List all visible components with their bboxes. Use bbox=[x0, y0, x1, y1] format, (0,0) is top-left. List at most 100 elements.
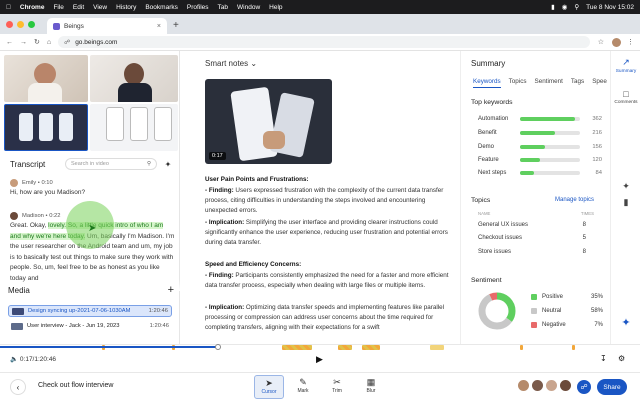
volume-icon[interactable]: 🔈 bbox=[10, 356, 18, 363]
back-button[interactable]: ‹ bbox=[10, 379, 26, 395]
avatar[interactable] bbox=[517, 379, 530, 392]
forward-icon[interactable]: → bbox=[20, 39, 27, 46]
playhead[interactable] bbox=[214, 344, 221, 350]
menu-view[interactable]: View bbox=[93, 4, 107, 11]
transcript-search-input[interactable]: Search in video ⚲ bbox=[65, 158, 157, 170]
menu-chrome[interactable]: Chrome bbox=[20, 4, 45, 11]
transcript-title: Transcript bbox=[10, 159, 46, 169]
settings-gear-icon[interactable]: ⚙ bbox=[618, 354, 625, 363]
battery-icon[interactable]: ▮ bbox=[551, 3, 555, 11]
note-implication: - Implication: Simplifying the user inte… bbox=[205, 219, 448, 247]
comment-icon: □ bbox=[623, 89, 629, 99]
blur-tool-button[interactable]: ▦ Blur bbox=[356, 375, 386, 399]
site-info-icon[interactable]: ☍ bbox=[64, 39, 70, 46]
mark-tool-button[interactable]: ✎ Mark bbox=[288, 375, 318, 399]
browser-menu-icon[interactable]: ⋮ bbox=[627, 38, 634, 46]
avatar[interactable] bbox=[545, 379, 558, 392]
play-button[interactable]: ▶ bbox=[316, 354, 323, 365]
menu-tab[interactable]: Tab bbox=[218, 4, 228, 11]
topic-row[interactable]: General UX issues 8 bbox=[478, 222, 586, 228]
ai-sparkle-icon[interactable]: ✦ bbox=[162, 158, 174, 170]
speaker-name: Emily bbox=[22, 179, 37, 186]
tab-topics[interactable]: Topics bbox=[509, 78, 527, 88]
participant-video-tile[interactable] bbox=[4, 55, 88, 102]
menu-edit[interactable]: Edit bbox=[73, 4, 84, 11]
tab-bar: Beings × + bbox=[0, 14, 640, 34]
close-tab-icon[interactable]: × bbox=[157, 23, 161, 30]
topic-row[interactable]: Store issues 8 bbox=[478, 249, 586, 255]
timestamp[interactable]: 0:10 bbox=[41, 178, 52, 189]
rail-comments-button[interactable]: □ Comments bbox=[611, 89, 640, 105]
search-icon[interactable]: ⚲ bbox=[574, 3, 579, 11]
media-item[interactable]: Design syncing up-2021-07-06-1030AM 1:20… bbox=[8, 305, 172, 317]
shared-screen-tile[interactable] bbox=[4, 104, 88, 151]
tab-sentiment[interactable]: Sentiment bbox=[535, 78, 563, 88]
participant-video-tile[interactable] bbox=[90, 55, 178, 102]
menu-history[interactable]: History bbox=[116, 4, 136, 11]
back-icon[interactable]: ← bbox=[6, 39, 13, 46]
lock-button[interactable]: ☍ bbox=[577, 380, 591, 394]
manage-topics-link[interactable]: Manage topics bbox=[555, 197, 594, 203]
url-text: go.beings.com bbox=[75, 38, 118, 46]
clock[interactable]: Tue 8 Nov 15:02 bbox=[586, 4, 634, 11]
cursor-tool-button[interactable]: ➤ Cursor bbox=[254, 375, 284, 399]
keyword-row[interactable]: Benefit 216 bbox=[478, 128, 602, 138]
menu-help[interactable]: Help bbox=[269, 4, 282, 11]
media-item[interactable]: User interview - Jack - Jun 19, 2023 1:2… bbox=[8, 320, 172, 332]
search-placeholder: Search in video bbox=[71, 161, 109, 167]
avatar[interactable] bbox=[531, 379, 544, 392]
profile-avatar[interactable] bbox=[612, 37, 621, 47]
keyword-row[interactable]: Next steps 84 bbox=[478, 168, 602, 178]
tab-beings[interactable]: Beings × bbox=[47, 18, 167, 34]
add-media-button[interactable]: + bbox=[168, 284, 174, 296]
menu-file[interactable]: File bbox=[53, 4, 63, 11]
smart-notes-dropdown[interactable]: Smart notes ⌄ bbox=[205, 59, 257, 68]
shared-screen-tile[interactable] bbox=[90, 104, 178, 151]
transcript-message[interactable]: Emily • 0:10 Hi, how are you Madison? bbox=[10, 178, 175, 199]
apple-icon[interactable]:  bbox=[6, 4, 11, 11]
timeline-track[interactable] bbox=[0, 344, 640, 350]
message-text: Hi, how are you Madison? bbox=[10, 189, 86, 196]
summary-tabs: Keywords Topics Sentiment Tags Spee bbox=[473, 78, 615, 88]
search-icon[interactable]: ⚲ bbox=[147, 161, 151, 167]
blur-icon: ▦ bbox=[366, 377, 376, 387]
note-finding: - Finding: Users expressed frustration w… bbox=[205, 187, 444, 215]
keyword-row[interactable]: Feature 120 bbox=[478, 155, 602, 165]
minimize-window-button[interactable] bbox=[17, 20, 24, 28]
mark-icon: ✎ bbox=[299, 377, 307, 387]
keyword-row[interactable]: Demo 156 bbox=[478, 142, 602, 152]
menubar:  Chrome File Edit View History Bookmark… bbox=[0, 0, 640, 14]
cursor-icon: ➤ bbox=[265, 378, 273, 388]
wifi-icon[interactable]: ◉ bbox=[562, 3, 568, 11]
collaborators bbox=[517, 379, 573, 392]
menu-window[interactable]: Window bbox=[237, 4, 260, 11]
trim-tool-button[interactable]: ✂ Trim bbox=[322, 375, 352, 399]
topic-row[interactable]: Checkout issues 5 bbox=[478, 235, 586, 241]
menu-profiles[interactable]: Profiles bbox=[187, 4, 209, 11]
home-icon[interactable]: ⌂ bbox=[47, 39, 51, 46]
bookmark-icon[interactable]: ▮ bbox=[611, 197, 640, 209]
keyword-bar-fill bbox=[520, 158, 540, 162]
menu-bookmarks[interactable]: Bookmarks bbox=[145, 4, 178, 11]
close-window-button[interactable] bbox=[6, 20, 13, 28]
share-button[interactable]: Share bbox=[597, 379, 627, 395]
note-video-clip[interactable]: 0:17 bbox=[205, 79, 332, 164]
timestamp[interactable]: 0:22 bbox=[49, 211, 60, 222]
zoom-window-button[interactable] bbox=[28, 20, 35, 28]
avatar[interactable] bbox=[559, 379, 572, 392]
ai-assistant-button[interactable]: ✦ bbox=[611, 316, 640, 330]
bookmark-star-icon[interactable]: ☆ bbox=[598, 38, 604, 46]
reload-icon[interactable]: ↻ bbox=[34, 38, 40, 46]
address-bar[interactable]: ☍ go.beings.com bbox=[58, 36, 590, 48]
tab-keywords[interactable]: Keywords bbox=[473, 78, 501, 88]
rail-summary-button[interactable]: ↗ Summary bbox=[611, 57, 640, 74]
chevron-down-icon: ⌄ bbox=[250, 59, 258, 68]
tab-speakers[interactable]: Spee bbox=[592, 78, 607, 88]
video-thumbnail-icon bbox=[12, 307, 24, 315]
download-icon[interactable]: ↧ bbox=[600, 354, 607, 363]
browser-toolbar: ← → ↻ ⌂ ☍ go.beings.com ☆ ⋮ bbox=[0, 34, 640, 51]
new-tab-button[interactable]: + bbox=[173, 20, 179, 31]
ai-sparkle-icon[interactable]: ✦ bbox=[611, 181, 640, 193]
keyword-row[interactable]: Automation 362 bbox=[478, 114, 602, 124]
tab-tags[interactable]: Tags bbox=[571, 78, 584, 88]
